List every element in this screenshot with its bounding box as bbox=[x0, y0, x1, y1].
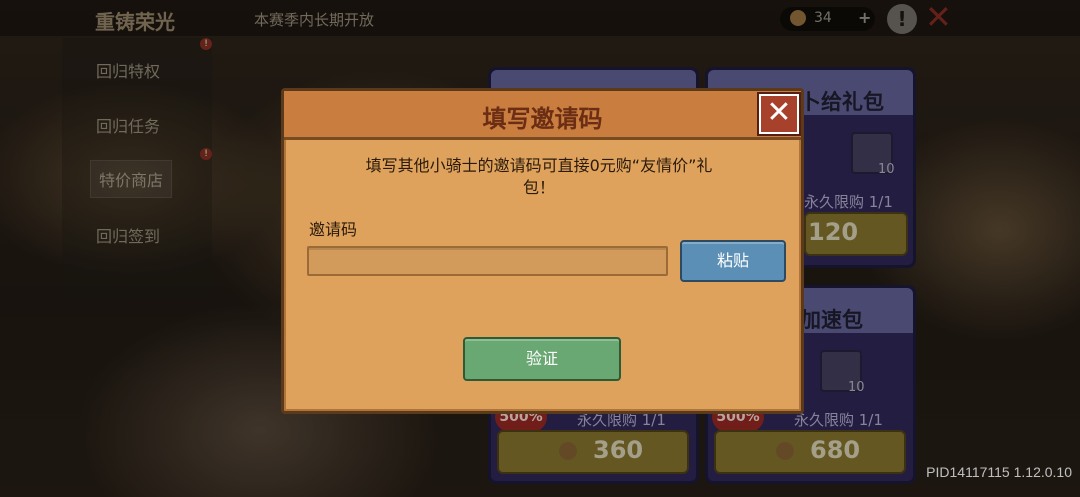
dialog-header: 填写邀请码 ✕ bbox=[284, 91, 801, 140]
dialog-description: 填写其他小骑士的邀请码可直接0元购“友情价”礼包！ bbox=[365, 156, 713, 197]
dialog-title: 填写邀请码 bbox=[482, 105, 603, 133]
verify-button[interactable]: 验证 bbox=[463, 337, 621, 381]
close-button[interactable]: ✕ bbox=[757, 92, 801, 136]
invite-code-dialog: 填写邀请码 ✕ 填写其他小骑士的邀请码可直接0元购“友情价”礼包！ 邀请码 粘贴… bbox=[281, 88, 804, 414]
invite-code-input[interactable] bbox=[307, 246, 668, 276]
paste-button[interactable]: 粘贴 bbox=[680, 240, 786, 282]
invite-code-label: 邀请码 bbox=[309, 220, 358, 239]
